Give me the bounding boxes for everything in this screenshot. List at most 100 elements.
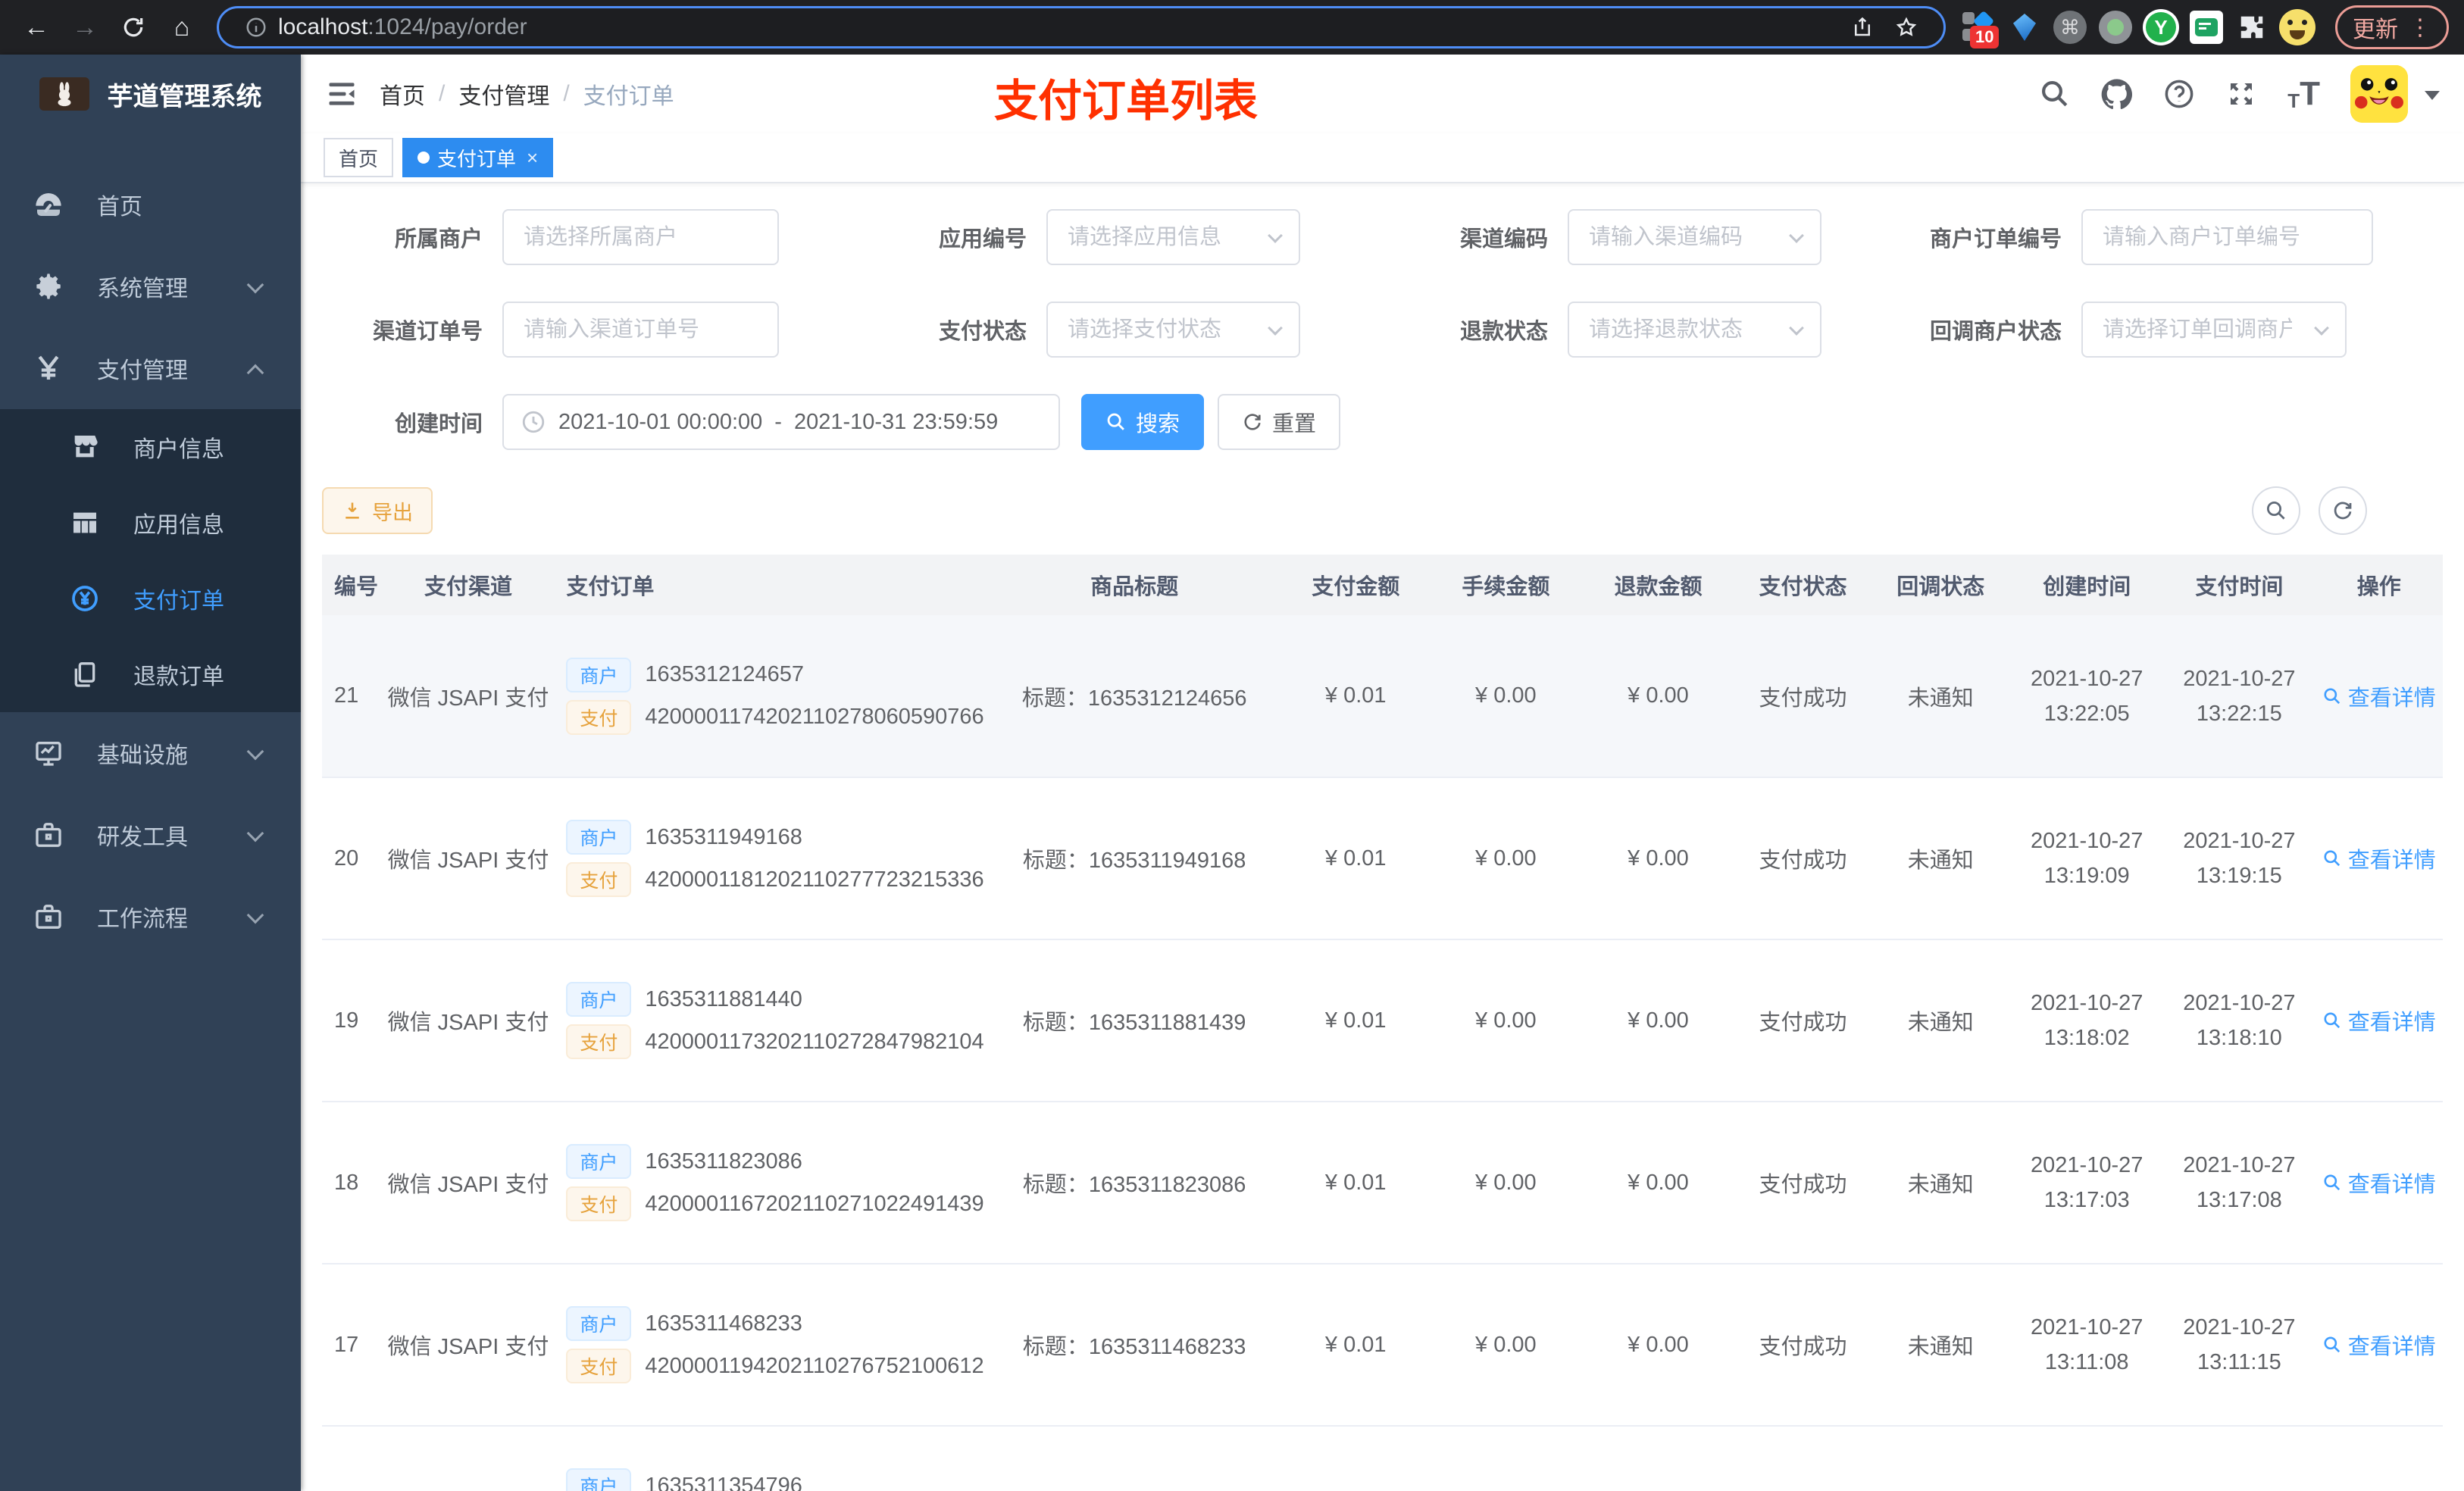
pay-order-icon bbox=[72, 586, 98, 611]
help-icon[interactable] bbox=[2163, 78, 2195, 110]
sidebar-collapse-icon[interactable] bbox=[325, 77, 358, 111]
tag-pay-order[interactable]: 支付订单 × bbox=[402, 138, 554, 177]
col-pay-time: 支付时间 bbox=[2163, 555, 2315, 615]
cell-create-time: 2021-10-27 13:22:05 bbox=[2010, 615, 2164, 778]
sidebar-item-system[interactable]: 系统管理 bbox=[0, 245, 301, 327]
channel-order-no-input[interactable] bbox=[502, 302, 779, 358]
browser-menu-icon[interactable]: ⋮ bbox=[2409, 14, 2431, 41]
tag-home[interactable]: 首页 bbox=[324, 138, 394, 177]
pay-status-select-input[interactable] bbox=[1046, 302, 1300, 358]
app-select-input[interactable] bbox=[1046, 209, 1300, 265]
cell-fee: ¥ 0.00 bbox=[1430, 939, 1582, 1102]
yen-icon bbox=[38, 355, 59, 380]
cell-pay-status: 支付成功 bbox=[1734, 777, 1871, 940]
browser-back-button[interactable]: ← bbox=[15, 6, 58, 48]
cell-notify-status: 未通知 bbox=[1871, 615, 2011, 778]
cell-refund: ¥ 0.00 bbox=[1581, 1102, 1735, 1264]
search-icon[interactable] bbox=[2039, 78, 2071, 110]
breadcrumb-pay-manage[interactable]: 支付管理 bbox=[458, 77, 549, 111]
page-content: 所属商户 应用编号 渠道编码 商户订单编号 bbox=[301, 183, 2464, 1491]
merchant-select-input[interactable] bbox=[502, 209, 779, 265]
sidebar-item-label: 首页 bbox=[97, 195, 142, 220]
col-pay-status: 支付状态 bbox=[1734, 555, 1871, 615]
sidebar-item-refund-order[interactable]: 退款订单 bbox=[0, 636, 301, 712]
cell-notify-status bbox=[1871, 1426, 2011, 1491]
github-icon[interactable] bbox=[2101, 78, 2133, 110]
col-fee: 手续金额 bbox=[1430, 555, 1582, 615]
sidebar-item-infra[interactable]: 基础设施 bbox=[0, 712, 301, 794]
cell-id: 19 bbox=[322, 939, 383, 1102]
cell-create-time: 2021-10-27 13:17:03 bbox=[2010, 1102, 2164, 1264]
search-button[interactable]: 搜索 bbox=[1081, 394, 1205, 450]
field-label: 支付状态 bbox=[938, 320, 1027, 344]
cell-pay-time: 2021-10-27 13:18:10 bbox=[2163, 939, 2315, 1102]
cell-id: 18 bbox=[322, 1102, 383, 1264]
search-label: 搜索 bbox=[1136, 412, 1180, 436]
breadcrumb-home[interactable]: 首页 bbox=[380, 77, 425, 111]
extension-badge: 10 bbox=[1970, 26, 2000, 48]
browser-forward-button[interactable]: → bbox=[64, 6, 106, 48]
bookmark-star-icon[interactable] bbox=[1895, 16, 1918, 39]
col-amount: 支付金额 bbox=[1281, 555, 1431, 615]
rabbit-icon bbox=[58, 82, 70, 107]
avatar-dropdown-caret[interactable] bbox=[2425, 91, 2440, 108]
export-button[interactable]: 导出 bbox=[322, 487, 433, 534]
cell-amount: ¥ 0.01 bbox=[1281, 615, 1431, 778]
search-icon bbox=[2324, 850, 2340, 867]
reset-label: 重置 bbox=[1272, 412, 1317, 436]
refund-status-select-input[interactable] bbox=[1568, 302, 1821, 358]
extension-command-icon[interactable]: ⌘ bbox=[2050, 8, 2090, 47]
merchant-order-no-input[interactable] bbox=[2081, 209, 2373, 265]
browser-reload-button[interactable] bbox=[112, 6, 155, 48]
extension-workspace-icon[interactable]: 10 bbox=[1959, 8, 2000, 48]
breadcrumb-separator: / bbox=[563, 81, 570, 106]
view-detail-link[interactable]: 查看详情 bbox=[2322, 842, 2436, 874]
create-time-range-input[interactable]: 2021-10-01 00:00:00 - 2021-10-31 23:59:5… bbox=[502, 394, 1060, 450]
cell-title bbox=[987, 1426, 1282, 1491]
field-label: 回调商户状态 bbox=[1929, 320, 2062, 344]
sidebar-item-merchant-info[interactable]: 商户信息 bbox=[0, 409, 301, 485]
cell-create-time bbox=[2010, 1426, 2164, 1491]
browser-home-button[interactable]: ⌂ bbox=[161, 6, 203, 48]
extension-y-icon[interactable]: Y bbox=[2141, 8, 2181, 47]
refresh-table-button[interactable] bbox=[2319, 486, 2367, 535]
reset-button[interactable]: 重置 bbox=[1218, 394, 1341, 450]
notify-status-select-input[interactable] bbox=[2081, 302, 2347, 358]
cell-pay-status: 支付成功 bbox=[1734, 1102, 1871, 1264]
sidebar-item-payment[interactable]: 支付管理 bbox=[0, 327, 301, 409]
dashboard-icon bbox=[36, 193, 61, 216]
url-bar[interactable]: localhost:1024/pay/order bbox=[217, 6, 1946, 48]
user-avatar[interactable] bbox=[2350, 65, 2408, 123]
table-row: 商户1635311354796 支付 bbox=[322, 1426, 2443, 1491]
breadcrumb-separator: / bbox=[439, 81, 446, 106]
view-detail-link[interactable]: 查看详情 bbox=[2322, 1329, 2436, 1361]
filter-row-2: 渠道订单号 支付状态 退款状态 回调商户状态 bbox=[322, 302, 2443, 358]
field-label: 渠道编码 bbox=[1459, 227, 1548, 252]
sidebar-item-workflow[interactable]: 工作流程 bbox=[0, 876, 301, 958]
view-detail-link[interactable]: 查看详情 bbox=[2322, 680, 2436, 712]
sidebar-item-pay-order[interactable]: 支付订单 bbox=[0, 561, 301, 636]
font-size-icon[interactable]: TT bbox=[2287, 77, 2320, 111]
toggle-search-button[interactable] bbox=[2252, 486, 2300, 535]
share-icon[interactable] bbox=[1851, 16, 1874, 39]
view-detail-link[interactable]: 查看详情 bbox=[2322, 1005, 2436, 1036]
extension-gem-icon[interactable] bbox=[2005, 8, 2044, 47]
cell-channel: 微信 JSAPI 支付 bbox=[382, 777, 555, 940]
table-row: 20 微信 JSAPI 支付 商户 1635311949168 支付 4200001… bbox=[322, 777, 2443, 940]
extension-record-icon[interactable] bbox=[2096, 8, 2135, 47]
fullscreen-icon[interactable] bbox=[2225, 78, 2257, 110]
sidebar-item-dev-tools[interactable]: 研发工具 bbox=[0, 794, 301, 876]
extensions-puzzle-icon[interactable] bbox=[2232, 8, 2272, 47]
sidebar-item-app-info[interactable]: 应用信息 bbox=[0, 485, 301, 561]
sidebar-item-label: 商户信息 bbox=[133, 437, 224, 462]
close-icon[interactable]: × bbox=[527, 146, 538, 170]
view-detail-link[interactable]: 查看详情 bbox=[2322, 1167, 2436, 1199]
cell-pay-order: 商户 1635311468233 支付 4200001194202110276752… bbox=[554, 1264, 988, 1427]
extension-chat-icon[interactable] bbox=[2187, 8, 2226, 47]
browser-update-button[interactable]: 更新 ⋮ bbox=[2335, 5, 2449, 49]
browser-profile-avatar[interactable] bbox=[2278, 8, 2317, 47]
cell-refund: ¥ 0.00 bbox=[1581, 939, 1735, 1102]
channel-code-select-input[interactable] bbox=[1568, 209, 1821, 265]
sidebar-item-home[interactable]: 首页 bbox=[0, 164, 301, 245]
pay-tag: 支付 bbox=[566, 862, 632, 897]
